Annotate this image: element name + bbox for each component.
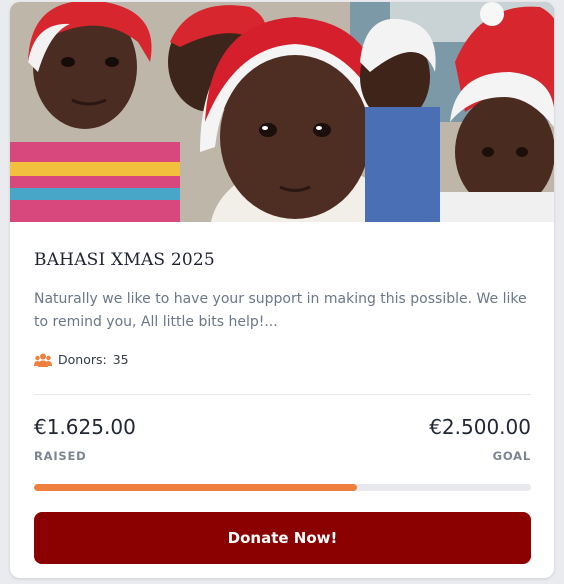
raised-amount: €1.625.00 bbox=[34, 415, 136, 439]
campaign-card: BAHASI XMAS 2025 Naturally we like to ha… bbox=[10, 2, 554, 578]
campaign-image[interactable] bbox=[10, 2, 554, 222]
divider bbox=[34, 394, 531, 395]
donors-info: Donors: 35 bbox=[34, 352, 129, 367]
campaign-title[interactable]: BAHASI XMAS 2025 bbox=[34, 250, 215, 270]
goal-amount: €2.500.00 bbox=[429, 415, 531, 439]
campaign-description: Naturally we like to have your support i… bbox=[34, 291, 527, 330]
goal-label: GOAL bbox=[492, 449, 531, 463]
progress-fill bbox=[34, 484, 358, 491]
campaign-photo-illustration bbox=[10, 2, 554, 222]
donate-button[interactable]: Donate Now! bbox=[34, 512, 531, 564]
raised-label: RAISED bbox=[34, 449, 87, 463]
users-icon bbox=[34, 353, 52, 367]
progress-bar bbox=[34, 484, 531, 491]
donors-count: 35 bbox=[112, 352, 129, 367]
donors-label: Donors: bbox=[58, 352, 107, 367]
